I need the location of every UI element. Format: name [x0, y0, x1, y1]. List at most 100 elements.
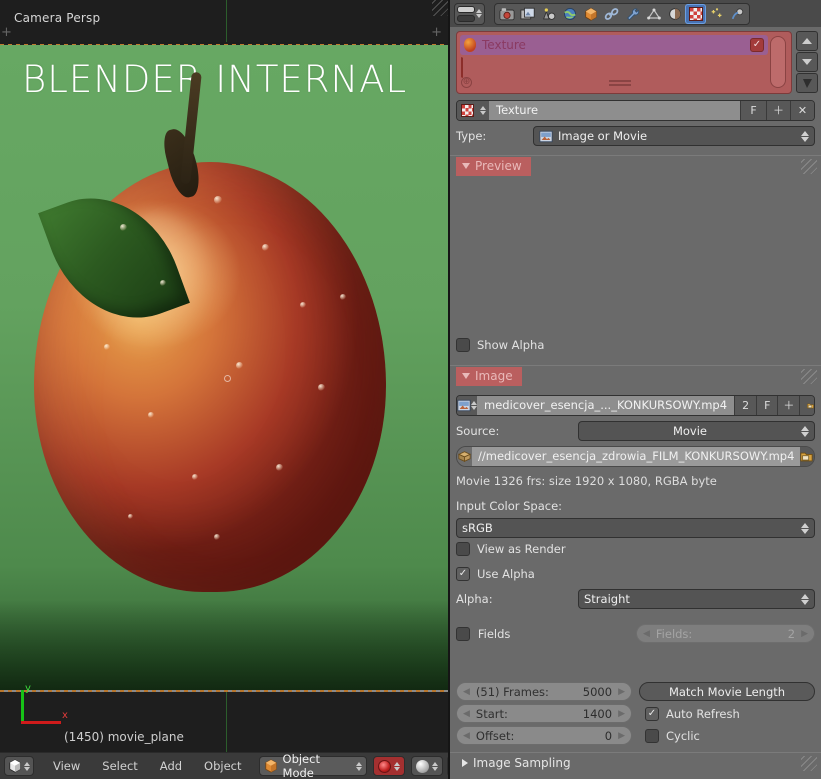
view-as-render-row[interactable]: View as Render	[456, 542, 815, 556]
water-drop	[160, 280, 166, 286]
texture-fake-user-button[interactable]: F	[740, 101, 766, 120]
tab-physics[interactable]	[727, 4, 748, 24]
dropdown-spinner[interactable]	[801, 130, 809, 142]
render-engine-button[interactable]	[372, 756, 405, 776]
tab-texture[interactable]	[685, 3, 706, 24]
menu-add[interactable]: Add	[149, 756, 193, 776]
interaction-mode-dropdown[interactable]: Object Mode	[258, 752, 367, 779]
toolshelf-expand-icon[interactable]: +	[1, 26, 12, 39]
preview-panel-tag[interactable]: Preview	[456, 156, 531, 176]
color-space-dropdown[interactable]: sRGB	[456, 518, 815, 538]
editor-type-spinner[interactable]	[24, 761, 30, 771]
show-alpha-row[interactable]: Show Alpha	[456, 338, 815, 352]
menu-select[interactable]: Select	[91, 756, 148, 776]
offset-row: ◀ Offset: 0 ▶ Cyclic	[456, 726, 815, 745]
image-datablock[interactable]: medicover_esencja_..._KONKURSOWY.mp4 2 F…	[456, 395, 815, 416]
texture-slot-empty[interactable]	[461, 57, 479, 78]
increment-arrow-icon[interactable]: ▶	[618, 731, 625, 741]
image-name-field[interactable]: medicover_esencja_..._KONKURSOWY.mp4	[477, 396, 735, 415]
frames-row: ◀ (51) Frames: 5000 ▶ Match Movie Length	[456, 682, 815, 701]
image-new-button[interactable]: ＋	[777, 396, 800, 415]
use-alpha-row[interactable]: ✓ Use Alpha	[456, 567, 815, 581]
image-source-dropdown[interactable]: Movie	[578, 421, 815, 441]
3d-viewport[interactable]: Camera Persp + + BLENDER INTERNAL y x (1…	[0, 0, 458, 779]
image-reload-button[interactable]	[813, 447, 814, 466]
properties-type-spinner[interactable]	[476, 9, 482, 18]
cyclic-checkbox[interactable]	[645, 728, 659, 743]
image-panel-tag[interactable]: Image	[456, 366, 522, 386]
texture-slot-active[interactable]: Texture ✓	[460, 35, 768, 55]
texture-slot-list[interactable]: Texture ✓ ⊕	[456, 31, 792, 94]
decrement-arrow-icon[interactable]: ◀	[643, 629, 650, 639]
image-filepath-browse-button[interactable]	[800, 447, 814, 466]
decrement-arrow-icon[interactable]: ◀	[463, 709, 470, 719]
texture-browse-spinner[interactable]	[477, 101, 489, 120]
alpha-mode-dropdown[interactable]: Straight	[578, 589, 815, 609]
fields-checkbox[interactable]	[456, 626, 470, 641]
cyclic-row[interactable]: Cyclic	[645, 728, 700, 743]
tab-modifiers[interactable]	[622, 4, 643, 24]
tab-particles[interactable]	[706, 4, 727, 24]
texture-type-dropdown[interactable]: Image or Movie	[533, 126, 815, 146]
editor-type-selector[interactable]	[4, 756, 34, 776]
image-filepath-field[interactable]: //medicover_esencja_zdrowia_FILM_KONKURS…	[456, 446, 815, 467]
triangle-down-icon	[462, 373, 470, 379]
properties-region-expand-icon[interactable]: +	[431, 26, 442, 39]
auto-refresh-row[interactable]: ✓ Auto Refresh	[645, 706, 740, 721]
slot-specials-button[interactable]	[796, 73, 818, 93]
tab-world[interactable]	[559, 4, 580, 24]
texture-datablock[interactable]: Texture F ＋ ✕	[456, 100, 815, 121]
use-alpha-checkbox[interactable]: ✓	[456, 567, 470, 581]
show-alpha-checkbox[interactable]	[456, 338, 470, 352]
image-users-count[interactable]: 2	[734, 396, 757, 415]
image-sampling-panel-tag[interactable]: Image Sampling	[456, 754, 580, 773]
pack-icon[interactable]	[457, 447, 472, 466]
image-sampling-panel-header[interactable]: Image Sampling	[450, 752, 821, 773]
image-panel-header[interactable]: Image	[450, 365, 821, 386]
viewport-shading-button[interactable]	[410, 756, 443, 776]
texture-slot-enable-checkbox[interactable]: ✓	[750, 38, 764, 52]
increment-arrow-icon[interactable]: ▶	[618, 687, 625, 697]
start-number-field[interactable]: ◀ Start: 1400 ▶	[456, 704, 632, 723]
match-movie-length-button[interactable]: Match Movie Length	[639, 682, 815, 701]
fields-number-field[interactable]: ◀ Fields: 2 ▶	[635, 624, 815, 643]
frames-number-field[interactable]: ◀ (51) Frames: 5000 ▶	[456, 682, 632, 701]
texture-list-scrollbar[interactable]	[770, 36, 786, 88]
tab-scene[interactable]	[538, 4, 559, 24]
decrement-arrow-icon[interactable]: ◀	[463, 731, 470, 741]
move-slot-down-button[interactable]	[796, 52, 818, 72]
tab-object[interactable]	[580, 4, 601, 24]
dropdown-spinner[interactable]	[801, 425, 809, 437]
move-slot-up-button[interactable]	[796, 31, 818, 51]
menu-object[interactable]: Object	[193, 756, 252, 776]
dropdown-spinner[interactable]	[801, 593, 809, 605]
render-spinner[interactable]	[393, 761, 400, 771]
menu-view[interactable]: View	[42, 756, 91, 776]
list-resize-grip[interactable]	[609, 80, 631, 86]
offset-number-field[interactable]: ◀ Offset: 0 ▶	[456, 726, 632, 745]
viewport-resize-grip[interactable]	[432, 0, 448, 16]
image-filepath-text[interactable]: //medicover_esencja_zdrowia_FILM_KONKURS…	[472, 447, 801, 466]
shading-spinner[interactable]	[431, 761, 438, 771]
image-fake-user-button[interactable]: F	[756, 396, 778, 415]
decrement-arrow-icon[interactable]: ◀	[463, 687, 470, 697]
tab-material[interactable]	[664, 4, 685, 24]
movie-plane-object[interactable]: BLENDER INTERNAL	[0, 44, 448, 696]
tab-render-layers[interactable]	[517, 4, 538, 24]
preview-panel-header[interactable]: Preview	[450, 155, 821, 176]
mode-spinner[interactable]	[355, 761, 362, 771]
image-open-button[interactable]	[799, 396, 814, 415]
tab-constraints[interactable]	[601, 4, 622, 24]
texture-unlink-button[interactable]: ✕	[790, 101, 814, 120]
tab-object-data[interactable]	[643, 4, 664, 24]
auto-refresh-checkbox[interactable]: ✓	[645, 706, 659, 721]
add-texture-slot-icon[interactable]: ⊕	[461, 77, 472, 88]
texture-new-button[interactable]: ＋	[766, 101, 790, 120]
increment-arrow-icon[interactable]: ▶	[801, 629, 808, 639]
dropdown-spinner[interactable]	[801, 522, 809, 534]
increment-arrow-icon[interactable]: ▶	[618, 709, 625, 719]
properties-editor-type-selector[interactable]	[454, 2, 485, 25]
texture-name-field[interactable]: Texture	[489, 101, 740, 120]
tab-render[interactable]	[496, 4, 517, 24]
view-as-render-checkbox[interactable]	[456, 542, 470, 556]
